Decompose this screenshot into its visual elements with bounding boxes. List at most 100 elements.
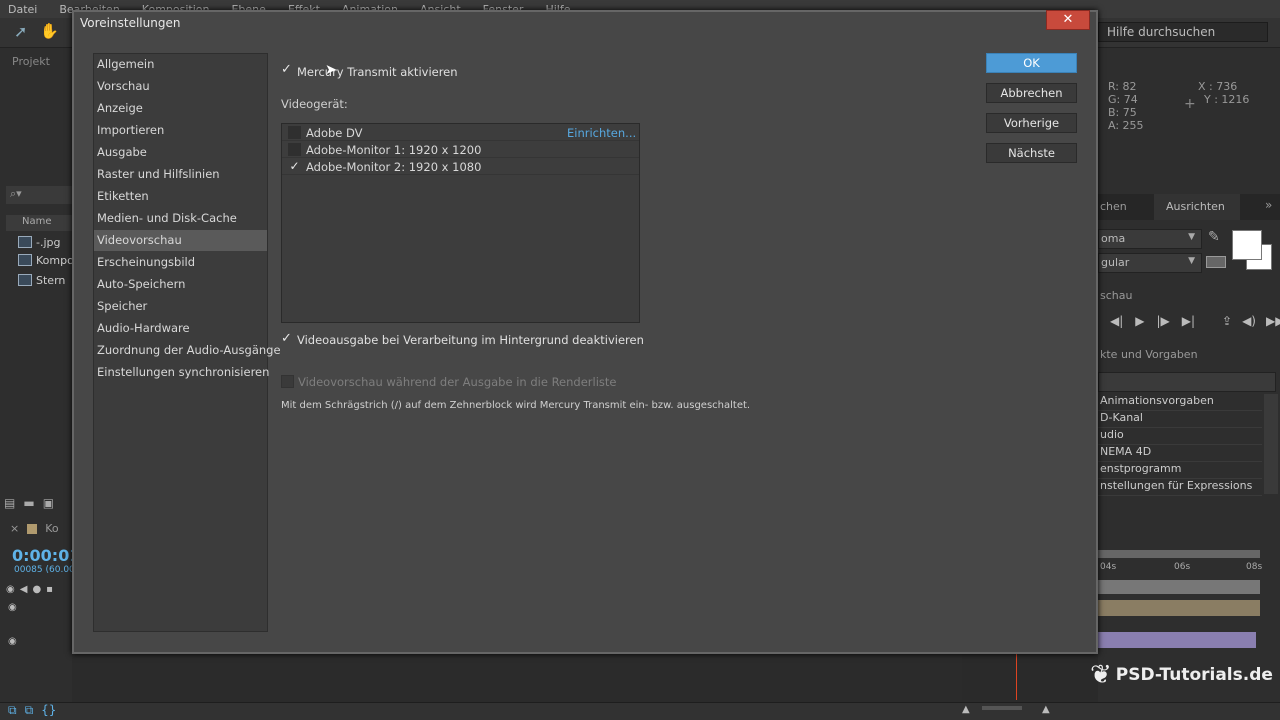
setup-link[interactable]: Einrichten... [567, 126, 636, 140]
category-videovorschau[interactable]: Videovorschau [94, 230, 267, 251]
effects-item[interactable]: Animationsvorgaben [1098, 394, 1262, 411]
composition-icon [18, 254, 32, 266]
name-column-header[interactable]: Name [6, 215, 72, 231]
category-erscheinungsbild[interactable]: Erscheinungsbild [94, 252, 267, 273]
chevron-down-icon: ▼ [1188, 232, 1195, 242]
next-button[interactable]: Nächste [986, 143, 1077, 163]
effects-search-input[interactable] [1098, 372, 1276, 392]
project-item[interactable]: Kompo [18, 251, 74, 269]
previous-button[interactable]: Vorherige [986, 113, 1077, 133]
category-etiketten[interactable]: Etiketten [94, 186, 267, 207]
current-time-indicator[interactable] [1016, 654, 1017, 700]
eye-icon[interactable]: ◉ [8, 602, 17, 613]
device-checkbox[interactable] [288, 126, 301, 139]
preview-panel-title[interactable]: schau [1100, 289, 1132, 302]
effects-panel-title[interactable]: kte und Vorgaben [1100, 348, 1198, 361]
style-select[interactable]: gular ▼ [1098, 253, 1202, 273]
new-folder-icon[interactable]: ▬ [23, 496, 34, 510]
zoom-in-icon[interactable]: ▲ [1042, 704, 1050, 715]
loop-icon[interactable]: ⇪ [1222, 314, 1232, 328]
info-a: A: 255 [1108, 119, 1144, 132]
preview-extra-controls: ⇪ ◀) ▶▶ [1222, 314, 1280, 328]
timeline-track[interactable] [1098, 580, 1260, 594]
render-queue-preview-label: Videovorschau während der Ausgabe in die… [298, 375, 617, 389]
category-speicher[interactable]: Speicher [94, 296, 267, 317]
close-icon[interactable]: × [10, 522, 19, 535]
project-search-input[interactable]: ⌕▾ [6, 186, 72, 204]
timeline-tab[interactable]: × Ko [10, 522, 59, 535]
layer-bar[interactable] [1098, 632, 1256, 648]
effects-item[interactable]: nstellungen für Expressions [1098, 479, 1262, 496]
effects-item[interactable]: NEMA 4D [1098, 445, 1262, 462]
solo-icon[interactable]: ● [32, 584, 41, 595]
crosshair-icon: + [1184, 96, 1196, 112]
mercury-transmit-checkbox[interactable]: ✓ [281, 63, 294, 76]
category-raster[interactable]: Raster und Hilfslinien [94, 164, 267, 185]
comp-flowchart-icon[interactable]: ⧉ [8, 703, 17, 718]
category-synchronisieren[interactable]: Einstellungen synchronisieren [94, 362, 269, 383]
tab-partial[interactable]: chen [1100, 200, 1127, 213]
category-anzeige[interactable]: Anzeige [94, 98, 267, 119]
toggle-switches-icon[interactable]: {} [41, 703, 56, 718]
eye-icon[interactable]: ◉ [8, 636, 17, 647]
category-audio-ausgaenge[interactable]: Zuordnung der Audio-Ausgänge [94, 340, 281, 361]
category-ausgabe[interactable]: Ausgabe [94, 142, 267, 163]
category-allgemein[interactable]: Allgemein [94, 54, 267, 75]
cancel-button[interactable]: Abbrechen [986, 83, 1077, 103]
help-search-input[interactable]: Hilfe durchsuchen [1098, 22, 1268, 42]
panel-menu-icon[interactable]: » [1265, 198, 1272, 212]
device-checkbox[interactable] [288, 143, 301, 156]
layer-bar[interactable] [1098, 600, 1260, 616]
menu-item-datei[interactable]: Datei [8, 3, 37, 16]
hand-tool-icon[interactable]: ✋ [40, 22, 59, 42]
timeline-work-area[interactable] [1098, 550, 1260, 558]
effects-item[interactable]: D-Kanal [1098, 411, 1262, 428]
eye-icon[interactable]: ◉ [6, 584, 15, 595]
interpret-footage-icon[interactable]: ▤ [4, 496, 15, 510]
device-checkbox[interactable]: ✓ [288, 160, 301, 173]
category-importieren[interactable]: Importieren [94, 120, 267, 141]
effects-item[interactable]: udio [1098, 428, 1262, 445]
last-frame-icon[interactable]: ▶| [1182, 314, 1195, 328]
category-vorschau[interactable]: Vorschau [94, 76, 267, 97]
play-icon[interactable]: ▶ [1135, 314, 1144, 328]
background-output-checkbox[interactable]: ✓ [281, 332, 294, 345]
zoom-slider[interactable] [982, 706, 1022, 710]
eyedropper-icon[interactable]: ✎ [1208, 229, 1220, 245]
category-media-cache[interactable]: Medien- und Disk-Cache [94, 208, 267, 229]
project-item[interactable]: Stern [18, 271, 65, 289]
category-list: Allgemein Vorschau Anzeige Importieren A… [93, 53, 281, 632]
paragraph-select[interactable]: oma ▼ [1098, 229, 1202, 249]
timecode-display[interactable]: 0:00:01 [12, 546, 80, 565]
previous-frame-icon[interactable]: ◀| [1110, 314, 1123, 328]
render-icon[interactable]: ⧉ [25, 703, 34, 718]
next-frame-icon[interactable]: |▶ [1157, 314, 1170, 328]
ok-button[interactable]: OK [986, 53, 1077, 73]
category-auto-speichern[interactable]: Auto-Speichern [94, 274, 267, 295]
select-value: gular [1101, 256, 1130, 269]
zoom-out-icon[interactable]: ▲ [962, 704, 970, 715]
selection-tool-icon[interactable]: ➚ [14, 22, 32, 42]
project-item[interactable]: -.jpg [18, 233, 61, 251]
project-tab[interactable]: Projekt [12, 55, 50, 68]
effects-scrollbar[interactable] [1264, 394, 1278, 494]
new-composition-icon[interactable]: ▣ [43, 496, 54, 510]
close-button[interactable]: ✕ [1046, 10, 1090, 30]
speaker-icon[interactable]: ◀ [20, 584, 28, 595]
effects-item[interactable]: enstprogramm [1098, 462, 1262, 479]
color-swatch-small[interactable] [1206, 256, 1226, 268]
device-row-adobe-dv[interactable]: Adobe DV Einrichten... [282, 124, 639, 141]
timeline-tab-label: Ko [45, 522, 59, 535]
lock-icon[interactable]: ▪ [46, 584, 53, 595]
device-row-monitor-1[interactable]: Adobe-Monitor 1: 1920 x 1200 [282, 141, 639, 158]
device-row-monitor-2[interactable]: ✓ Adobe-Monitor 2: 1920 x 1080 [282, 158, 639, 175]
speaker-icon[interactable]: ◀) [1242, 314, 1256, 328]
render-queue-preview-checkbox[interactable] [281, 375, 294, 388]
tab-ausrichten[interactable]: Ausrichten [1154, 194, 1240, 220]
ram-preview-icon[interactable]: ▶▶ [1266, 314, 1280, 328]
layer-switch-icons: ◉ ◀ ● ▪ [6, 584, 53, 595]
category-audio-hardware[interactable]: Audio-Hardware [94, 318, 267, 339]
watermark-text: PSD-Tutorials.de [1115, 665, 1273, 685]
fill-color-swatch[interactable] [1232, 230, 1262, 260]
tick-label: 08s [1246, 562, 1263, 572]
